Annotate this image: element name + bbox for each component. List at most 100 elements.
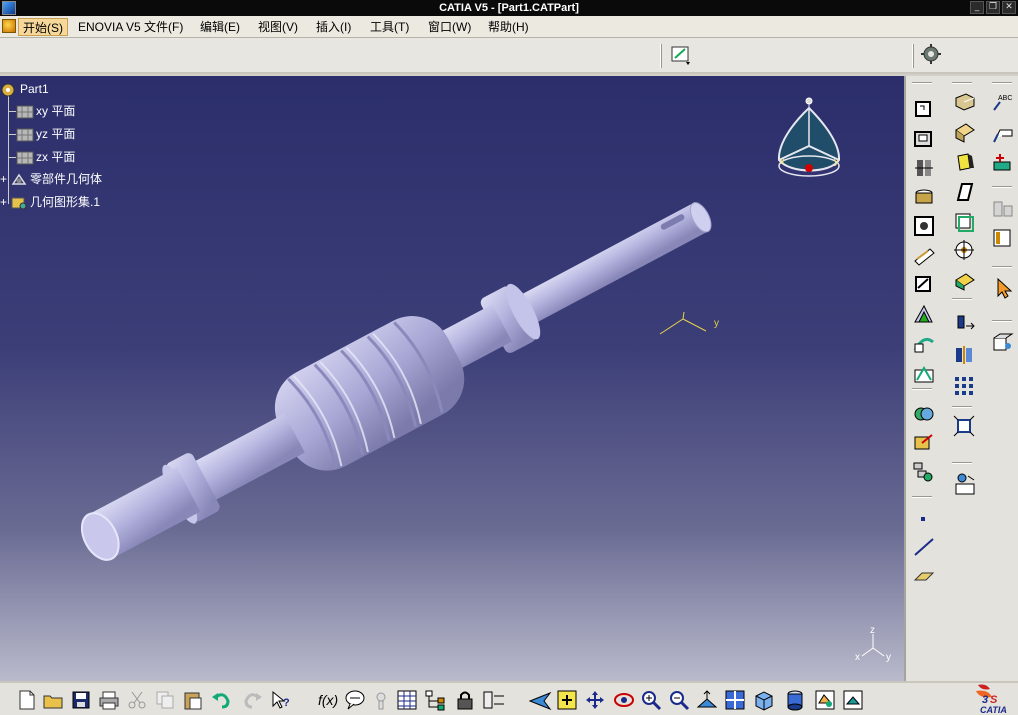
3d-annotation-icon[interactable] (990, 150, 1018, 174)
menu-start[interactable]: 开始(S) (18, 18, 68, 36)
rectangular-pattern-icon[interactable] (952, 374, 980, 398)
plane-tool-icon[interactable] (912, 564, 936, 588)
groove-icon[interactable] (912, 185, 936, 209)
fit-all-in-icon[interactable] (556, 689, 578, 711)
pan-icon[interactable] (584, 689, 606, 711)
menu-window[interactable]: 窗口(W) (424, 18, 475, 36)
table-icon[interactable] (396, 689, 418, 711)
paste-icon[interactable] (182, 689, 204, 711)
toolbar-separator (992, 186, 1012, 188)
open-folder-icon[interactable] (42, 689, 64, 711)
annotation-text-icon[interactable]: ABC (990, 90, 1018, 114)
toolbar-separator (952, 406, 972, 408)
isometric-view-icon[interactable] (752, 689, 778, 711)
close-button[interactable]: ✕ (1002, 1, 1016, 14)
remove-face-icon[interactable] (952, 268, 980, 292)
top-toolbar (0, 38, 1018, 74)
toolbar-separator (952, 298, 972, 300)
menu-enovia[interactable]: ENOVIA V5 (74, 18, 145, 36)
select-arrow-icon[interactable] (992, 276, 1016, 302)
undo-icon[interactable] (210, 689, 236, 711)
worm-shaft-part[interactable]: y z x y (0, 76, 904, 681)
menu-insert[interactable]: 插入(I) (312, 18, 355, 36)
scaling-icon[interactable] (952, 414, 980, 438)
menu-tools[interactable]: 工具(T) (366, 18, 413, 36)
edge-fillet-icon[interactable] (952, 90, 980, 114)
restore-button[interactable]: ❐ (986, 1, 1000, 14)
flag-note-icon[interactable] (990, 120, 1018, 144)
bottom-toolbar: ? f(x) 3 S CATIA (0, 681, 1018, 715)
hole-icon[interactable] (912, 214, 936, 238)
zoom-in-icon[interactable] (640, 689, 662, 711)
toolbar-separator (912, 388, 932, 390)
chamfer-icon[interactable] (952, 120, 980, 144)
comment-icon[interactable] (344, 689, 366, 711)
3d-viewport[interactable]: Part1 xy 平面 yz 平面 zx 平面 + 零部件几何体 + 几何图形集.1… (0, 76, 904, 681)
removed-multi-sections-icon[interactable] (912, 362, 936, 386)
menu-view[interactable]: 视图(V) (254, 18, 302, 36)
insert-body-icon[interactable] (912, 460, 936, 484)
boolean-operations-icon[interactable] (912, 402, 936, 426)
triad-y-label: y (886, 652, 891, 663)
menu-edit[interactable]: 编辑(E) (196, 18, 244, 36)
toolbar-separator (992, 266, 1012, 268)
save-icon[interactable] (70, 689, 92, 711)
redo-icon[interactable] (240, 689, 266, 711)
toolbar-separator (952, 82, 972, 84)
sketcher-icon[interactable] (670, 44, 692, 66)
thread-icon[interactable] (952, 238, 980, 262)
analysis-icon[interactable] (990, 226, 1018, 250)
shading-icon[interactable] (784, 689, 810, 711)
slot-icon[interactable] (912, 272, 936, 296)
rib-icon[interactable] (912, 243, 936, 267)
rotate-icon[interactable] (612, 689, 636, 711)
copy-icon[interactable] (154, 689, 176, 711)
multi-view-icon[interactable] (724, 689, 746, 711)
svg-text:f(x): f(x) (318, 692, 338, 708)
sensor-icon[interactable] (990, 196, 1018, 222)
thickness-icon[interactable] (952, 210, 980, 234)
new-file-icon[interactable] (16, 689, 38, 711)
normal-view-icon[interactable] (696, 689, 718, 711)
point-icon[interactable] (912, 508, 936, 532)
mirror-icon[interactable] (952, 342, 980, 368)
window-controls: _ ❐ ✕ (970, 1, 1016, 14)
shaft-icon[interactable] (912, 156, 936, 180)
multi-sections-solid-icon[interactable] (912, 332, 936, 356)
formula-icon[interactable]: f(x) (316, 689, 340, 711)
cut-icon[interactable] (126, 689, 148, 711)
assemble-icon[interactable] (912, 431, 936, 455)
title-bar: CATIA V5 - [Part1.CATPart] _ ❐ ✕ (0, 0, 1018, 16)
window-title: CATIA V5 - [Part1.CATPart] (439, 2, 579, 14)
menu-file[interactable]: 文件(F) (140, 18, 187, 36)
tree-structure-icon[interactable] (424, 689, 446, 711)
apply-material-icon[interactable] (990, 330, 1018, 356)
gear-icon[interactable] (920, 43, 942, 65)
svg-text:ABC: ABC (998, 95, 1012, 102)
line-icon[interactable] (912, 534, 936, 558)
menu-help[interactable]: 帮助(H) (484, 18, 533, 36)
whats-this-icon[interactable]: ? (270, 689, 292, 711)
triad-z-label: z (870, 625, 875, 636)
zoom-out-icon[interactable] (668, 689, 690, 711)
solid-combine-icon[interactable] (912, 302, 936, 326)
pad-icon[interactable] (912, 98, 936, 122)
swap-visible-space-icon[interactable] (842, 689, 864, 711)
shell-icon[interactable] (952, 180, 980, 204)
measure-icon[interactable] (952, 472, 980, 500)
translation-icon[interactable] (952, 310, 980, 336)
constraint-icon[interactable] (482, 689, 508, 711)
toolbar-grip[interactable] (912, 44, 914, 68)
pocket-icon[interactable] (912, 127, 936, 151)
fly-mode-icon[interactable] (528, 689, 552, 711)
toolbar-grip[interactable] (660, 44, 662, 68)
minimize-button[interactable]: _ (970, 1, 984, 14)
hide-show-icon[interactable] (814, 689, 836, 711)
start-icon[interactable] (2, 19, 16, 33)
knowledge-icon[interactable] (372, 689, 390, 711)
draft-icon[interactable] (952, 150, 980, 174)
menu-bar: 开始(S) ENOVIA V5 文件(F) 编辑(E) 视图(V) 插入(I) … (0, 16, 1018, 38)
print-icon[interactable] (98, 689, 120, 711)
toolbar-separator (992, 320, 1012, 322)
lock-icon[interactable] (454, 689, 476, 711)
